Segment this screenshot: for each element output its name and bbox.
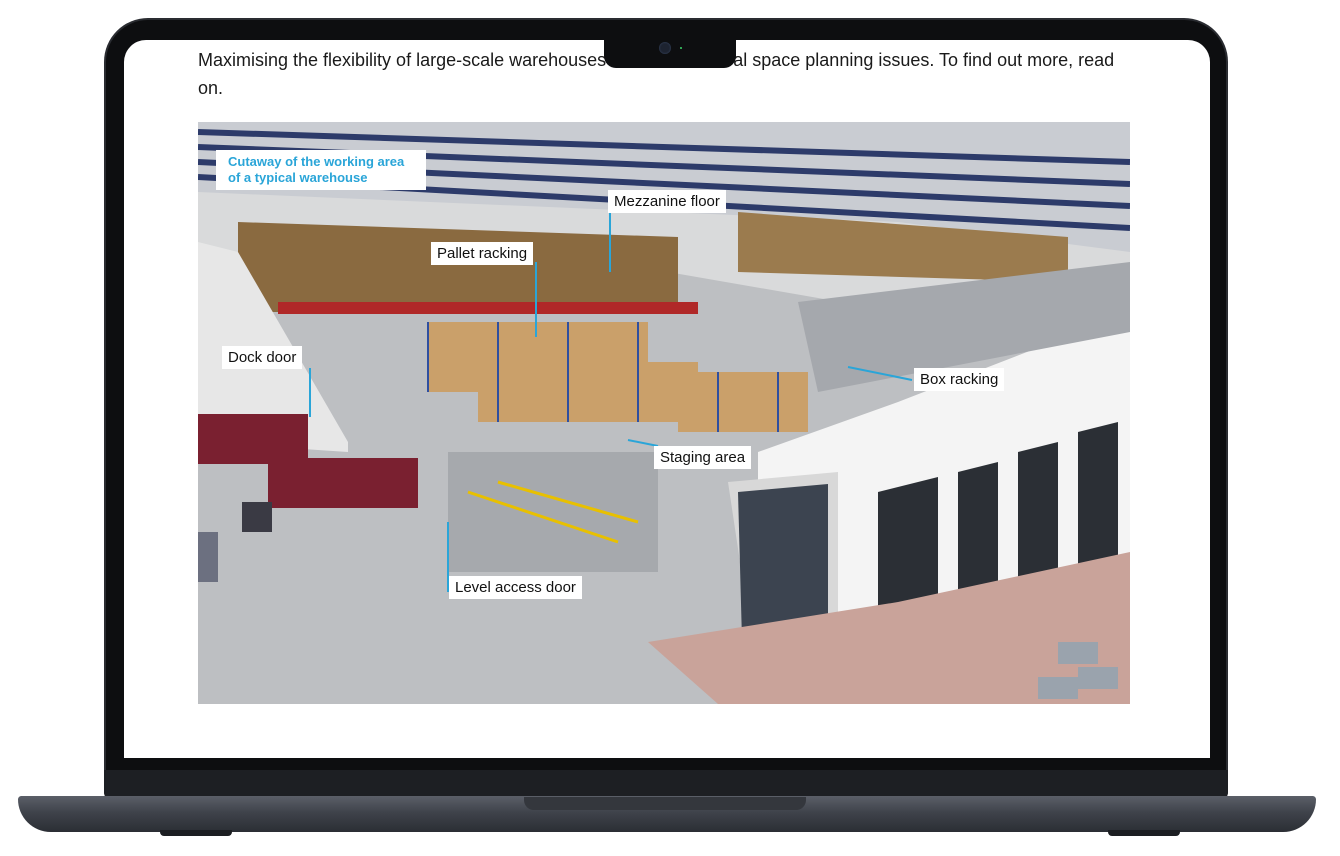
laptop-screen: Maximising the flexibility of large-scal… <box>124 40 1210 758</box>
label-staging-area: Staging area <box>654 446 752 469</box>
laptop-foot-right <box>1108 830 1180 836</box>
laptop-base-notch <box>524 797 806 810</box>
label-dock-door: Dock door <box>222 346 303 369</box>
laptop-foot-left <box>160 830 232 836</box>
label-mezzanine-floor: Mezzanine floor <box>608 190 726 213</box>
warehouse-illustration: Cutaway of the working area of a typical… <box>198 122 1130 704</box>
label-pallet-racking: Pallet racking <box>431 242 534 265</box>
camera-icon <box>659 42 671 54</box>
camera-notch <box>604 38 736 68</box>
figure-caption-title: Cutaway of the working area of a typical… <box>216 150 426 190</box>
camera-indicator <box>680 47 682 49</box>
label-box-racking: Box racking <box>914 368 1005 391</box>
label-level-access-door: Level access door <box>449 576 582 599</box>
